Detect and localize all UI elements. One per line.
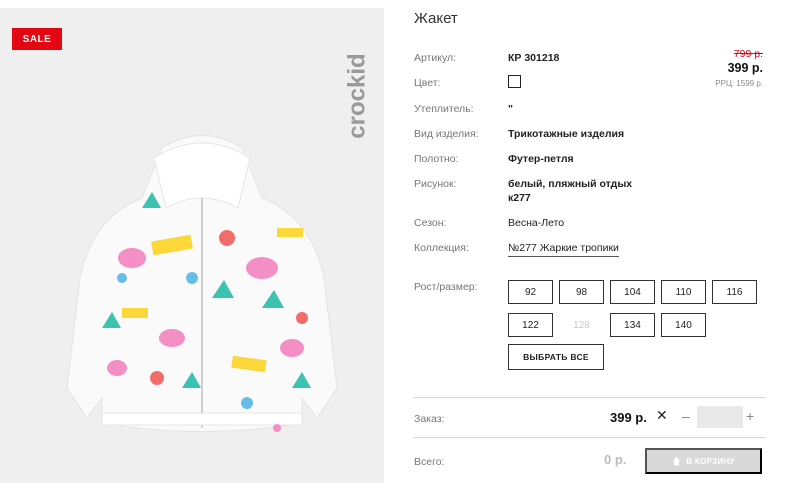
remove-order-icon[interactable]: ✕ xyxy=(656,407,668,424)
color-swatch[interactable] xyxy=(508,75,521,88)
product-title: Жакет xyxy=(414,10,458,27)
spec-label: Вид изделия: xyxy=(414,128,479,140)
collection-link[interactable]: №277 Жаркие тропики xyxy=(508,242,619,257)
quantity-plus-button[interactable]: + xyxy=(746,408,754,424)
spec-value: Весна-Лето xyxy=(508,217,565,229)
size-option-134[interactable]: 134 xyxy=(610,313,655,337)
add-to-cart-label: В КОРЗИНУ xyxy=(686,456,735,466)
size-option-140[interactable]: 140 xyxy=(661,313,706,337)
quantity-input[interactable] xyxy=(697,406,743,428)
size-option-110[interactable]: 110 xyxy=(661,280,706,304)
product-image-panel[interactable]: SALE crockid xyxy=(0,8,384,483)
sale-badge: SALE xyxy=(12,28,62,50)
jacket-image xyxy=(66,135,338,432)
size-option-128: 128 xyxy=(559,313,604,337)
size-option-98[interactable]: 98 xyxy=(559,280,604,304)
spec-value-line2: к277 xyxy=(508,192,531,204)
spec-label: Артикул: xyxy=(414,52,457,64)
spec-value: КР 301218 xyxy=(508,52,560,64)
brand-logo: crockid xyxy=(343,53,370,138)
total-value: 0 р. xyxy=(604,452,627,467)
product-details-panel: Жакет 799 р. 399 р. РРЦ: 1599 р. Артикул… xyxy=(414,0,766,483)
cart-icon xyxy=(673,456,680,465)
size-option-122[interactable]: 122 xyxy=(508,313,553,337)
select-all-sizes-button[interactable]: ВЫБРАТЬ ВСЕ xyxy=(508,344,604,370)
size-option-92[interactable]: 92 xyxy=(508,280,553,304)
spec-label: Рост/размер: xyxy=(414,281,478,293)
spec-value-line1: белый, пляжный отдых xyxy=(508,178,633,190)
size-option-104[interactable]: 104 xyxy=(610,280,655,304)
quantity-minus-button[interactable]: – xyxy=(682,408,690,424)
old-price: 799 р. xyxy=(733,48,763,60)
spec-value: " xyxy=(508,103,513,115)
spec-label: Коллекция: xyxy=(414,242,469,254)
spec-value: Трикотажные изделия xyxy=(508,128,625,140)
current-price: 399 р. xyxy=(727,61,763,75)
spec-label: Полотно: xyxy=(414,153,459,165)
recommended-price: РРЦ: 1599 р. xyxy=(715,79,763,88)
divider xyxy=(414,397,766,398)
brand-logo-text: crockid xyxy=(343,53,370,138)
spec-label: Цвет: xyxy=(414,77,441,89)
spec-value: Футер-петля xyxy=(508,153,574,165)
total-label: Всего: xyxy=(414,456,445,468)
divider xyxy=(414,437,766,438)
add-to-cart-button[interactable]: В КОРЗИНУ xyxy=(645,448,762,474)
spec-label: Сезон: xyxy=(414,217,447,229)
size-option-116[interactable]: 116 xyxy=(712,280,757,304)
order-label: Заказ: xyxy=(414,413,445,425)
order-price: 399 р. xyxy=(610,410,647,425)
spec-label: Утеплитель: xyxy=(414,103,474,115)
spec-label: Рисунок: xyxy=(414,178,457,190)
